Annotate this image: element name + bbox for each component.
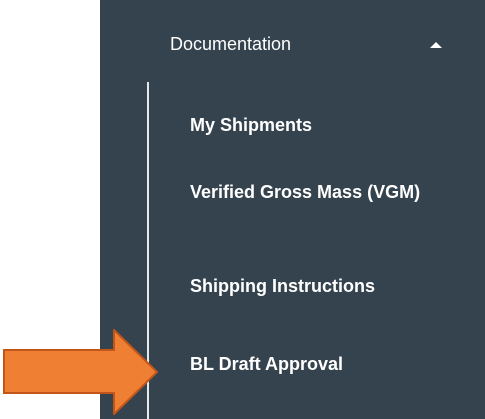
pointer-arrow-icon bbox=[3, 329, 159, 415]
documentation-section-header[interactable]: Documentation bbox=[100, 0, 485, 88]
sidebar-item-verified-gross-mass[interactable]: Verified Gross Mass (VGM) bbox=[190, 178, 450, 207]
pointer-arrow-shape bbox=[3, 329, 159, 415]
section-title: Documentation bbox=[170, 34, 292, 54]
sidebar-item-my-shipments[interactable]: My Shipments bbox=[190, 111, 312, 140]
chevron-up-icon[interactable] bbox=[430, 42, 442, 48]
sidebar-item-shipping-instructions[interactable]: Shipping Instructions bbox=[190, 272, 375, 301]
sidebar-item-bl-draft-approval[interactable]: BL Draft Approval bbox=[190, 350, 343, 379]
